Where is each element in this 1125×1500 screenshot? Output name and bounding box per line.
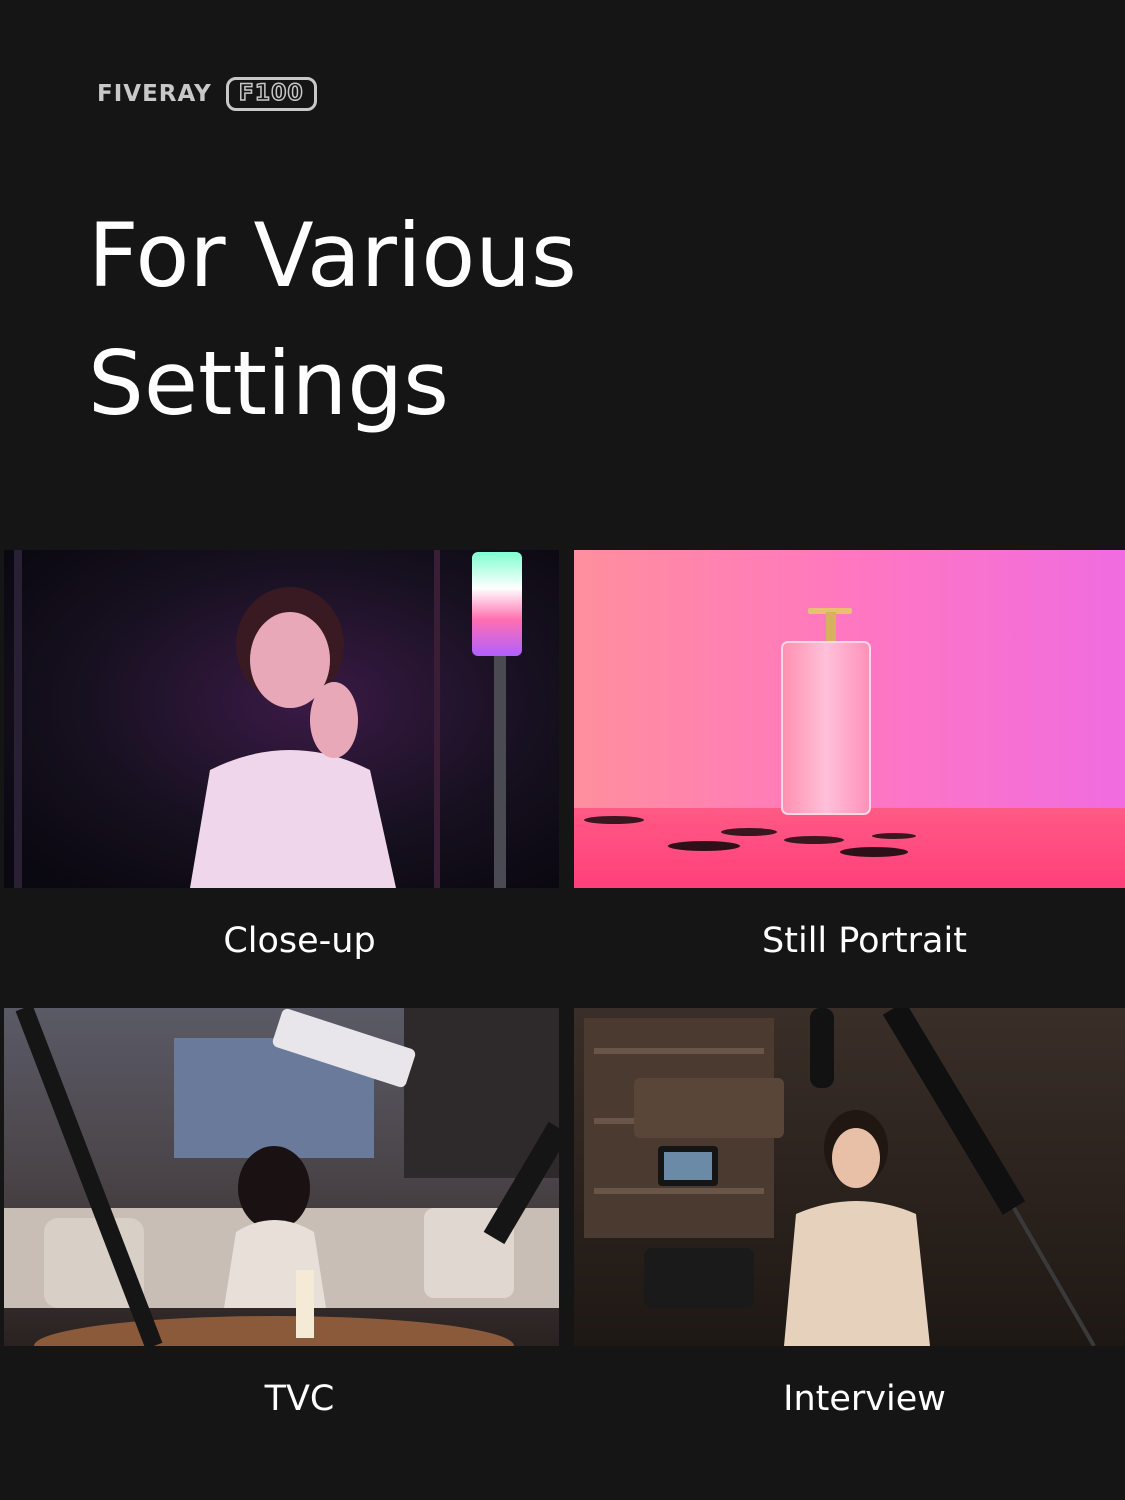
close-up-label: Close-up xyxy=(223,921,376,961)
tvc-photo xyxy=(4,1008,559,1346)
tvc-label: TVC xyxy=(264,1379,335,1419)
brand-logo: FIVERAY F100 xyxy=(97,76,317,112)
still-portrait-photo xyxy=(574,550,1125,888)
page-title-line-2: Settings xyxy=(88,332,449,435)
interview-label: Interview xyxy=(783,1379,946,1419)
close-up-photo xyxy=(4,550,559,888)
still-portrait-label: Still Portrait xyxy=(762,921,967,961)
page-title: For Various Settings xyxy=(88,192,577,448)
brand-name: FIVERAY xyxy=(97,81,212,107)
interview-photo xyxy=(574,1008,1125,1346)
brand-model-badge: F100 xyxy=(225,77,317,111)
page-title-line-1: For Various xyxy=(88,204,577,307)
